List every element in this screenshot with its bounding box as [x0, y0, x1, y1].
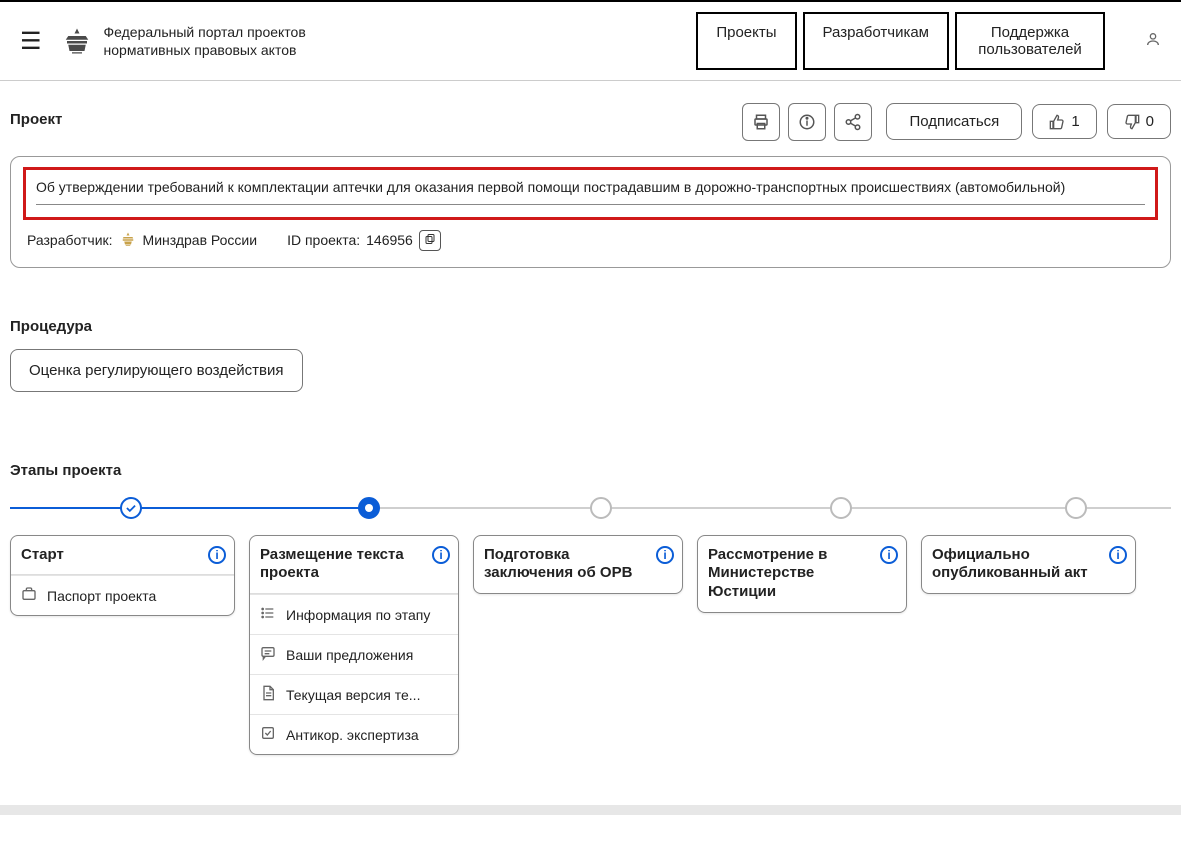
timeline-node-done	[120, 497, 142, 519]
stage-item-info[interactable]: Информация по этапу	[250, 594, 458, 634]
stage-cards-row: Старт i Паспорт проекта Размещение текст…	[10, 535, 1171, 756]
list-icon	[260, 605, 278, 624]
menu-button[interactable]: ☰	[20, 27, 42, 56]
stage-item-label: Ваши предложения	[286, 647, 413, 663]
project-title-highlight: Об утверждении требований к комплектации…	[23, 167, 1158, 220]
developer-label: Разработчик:	[27, 232, 113, 248]
stage-item-suggestions[interactable]: Ваши предложения	[250, 634, 458, 674]
section-stages-label: Этапы проекта	[10, 462, 1171, 479]
project-title: Об утверждении требований к комплектации…	[36, 178, 1145, 205]
subscribe-button[interactable]: Подписаться	[886, 103, 1022, 140]
timeline-node-future	[830, 497, 852, 519]
stage-card-start: Старт i Паспорт проекта	[10, 535, 235, 617]
thumbs-up-icon	[1049, 114, 1065, 130]
share-button[interactable]	[834, 103, 872, 141]
site-title: Федеральный портал проектов нормативных …	[104, 23, 697, 59]
project-developer: Разработчик: Минздрав России	[27, 231, 257, 249]
dislike-count: 0	[1146, 113, 1154, 130]
like-count: 1	[1071, 113, 1079, 130]
like-button[interactable]: 1	[1032, 104, 1096, 139]
copy-id-button[interactable]	[419, 230, 441, 251]
stage-card-published: Официально опубликованный акт i	[921, 535, 1136, 595]
id-value: 146956	[366, 232, 413, 248]
id-label: ID проекта:	[287, 232, 360, 248]
stage-item-anticorruption[interactable]: Антикор. экспертиза	[250, 714, 458, 754]
nav-tab-developers[interactable]: Разработчикам	[803, 12, 949, 70]
nav-tab-projects[interactable]: Проекты	[696, 12, 796, 70]
gov-emblem-icon	[62, 26, 92, 56]
print-button[interactable]	[742, 103, 780, 141]
info-button[interactable]	[788, 103, 826, 141]
stage-item-passport[interactable]: Паспорт проекта	[11, 575, 234, 615]
timeline-node-future	[1065, 497, 1087, 519]
stage-title: Официально опубликованный акт	[932, 546, 1109, 584]
developer-name: Минздрав России	[143, 232, 258, 248]
thumbs-down-icon	[1124, 114, 1140, 130]
shield-icon	[260, 725, 278, 744]
stage-item-label: Информация по этапу	[286, 607, 430, 623]
top-bar: ☰ Федеральный портал проектов нормативны…	[0, 0, 1181, 81]
procedure-chip[interactable]: Оценка регулирующего воздействия	[10, 349, 303, 392]
stage-info-icon[interactable]: i	[432, 546, 450, 564]
briefcase-icon	[21, 586, 39, 605]
section-procedure-label: Процедура	[10, 318, 1171, 335]
doc-icon	[260, 685, 278, 704]
stages-timeline	[10, 493, 1171, 523]
stage-title: Старт	[21, 546, 208, 565]
project-card: Об утверждении требований к комплектации…	[10, 156, 1171, 268]
stage-info-icon[interactable]: i	[1109, 546, 1127, 564]
stage-item-label: Текущая версия те...	[286, 687, 420, 703]
dislike-button[interactable]: 0	[1107, 104, 1171, 139]
stage-card-text: Размещение текста проекта i Информация п…	[249, 535, 459, 756]
stage-title: Подготовка заключения об ОРВ	[484, 546, 656, 584]
stage-title: Размещение текста проекта	[260, 546, 432, 584]
site-title-line2: нормативных правовых актов	[104, 41, 697, 59]
stage-card-justice: Рассмотрение в Министерстве Юстиции i	[697, 535, 907, 613]
timeline-node-future	[590, 497, 612, 519]
section-project-label: Проект	[10, 111, 62, 128]
stage-info-icon[interactable]: i	[208, 546, 226, 564]
stage-card-orv: Подготовка заключения об ОРВ i	[473, 535, 683, 595]
stage-info-icon[interactable]: i	[656, 546, 674, 564]
ministry-emblem-icon	[119, 231, 137, 249]
nav-tab-support[interactable]: Поддержка пользователей	[955, 12, 1105, 70]
chat-icon	[260, 645, 278, 664]
footer-bar	[0, 805, 1181, 815]
stage-item-label: Паспорт проекта	[47, 588, 156, 604]
site-title-line1: Федеральный портал проектов	[104, 23, 697, 41]
stage-item-label: Антикор. экспертиза	[286, 727, 419, 743]
stage-title: Рассмотрение в Министерстве Юстиции	[708, 546, 880, 602]
nav-tabs: Проекты Разработчикам Поддержка пользова…	[696, 12, 1105, 70]
stage-info-icon[interactable]: i	[880, 546, 898, 564]
project-id: ID проекта: 146956	[287, 230, 441, 251]
user-icon[interactable]	[1145, 31, 1161, 52]
stage-item-current-version[interactable]: Текущая версия те...	[250, 674, 458, 714]
timeline-node-current	[358, 497, 380, 519]
